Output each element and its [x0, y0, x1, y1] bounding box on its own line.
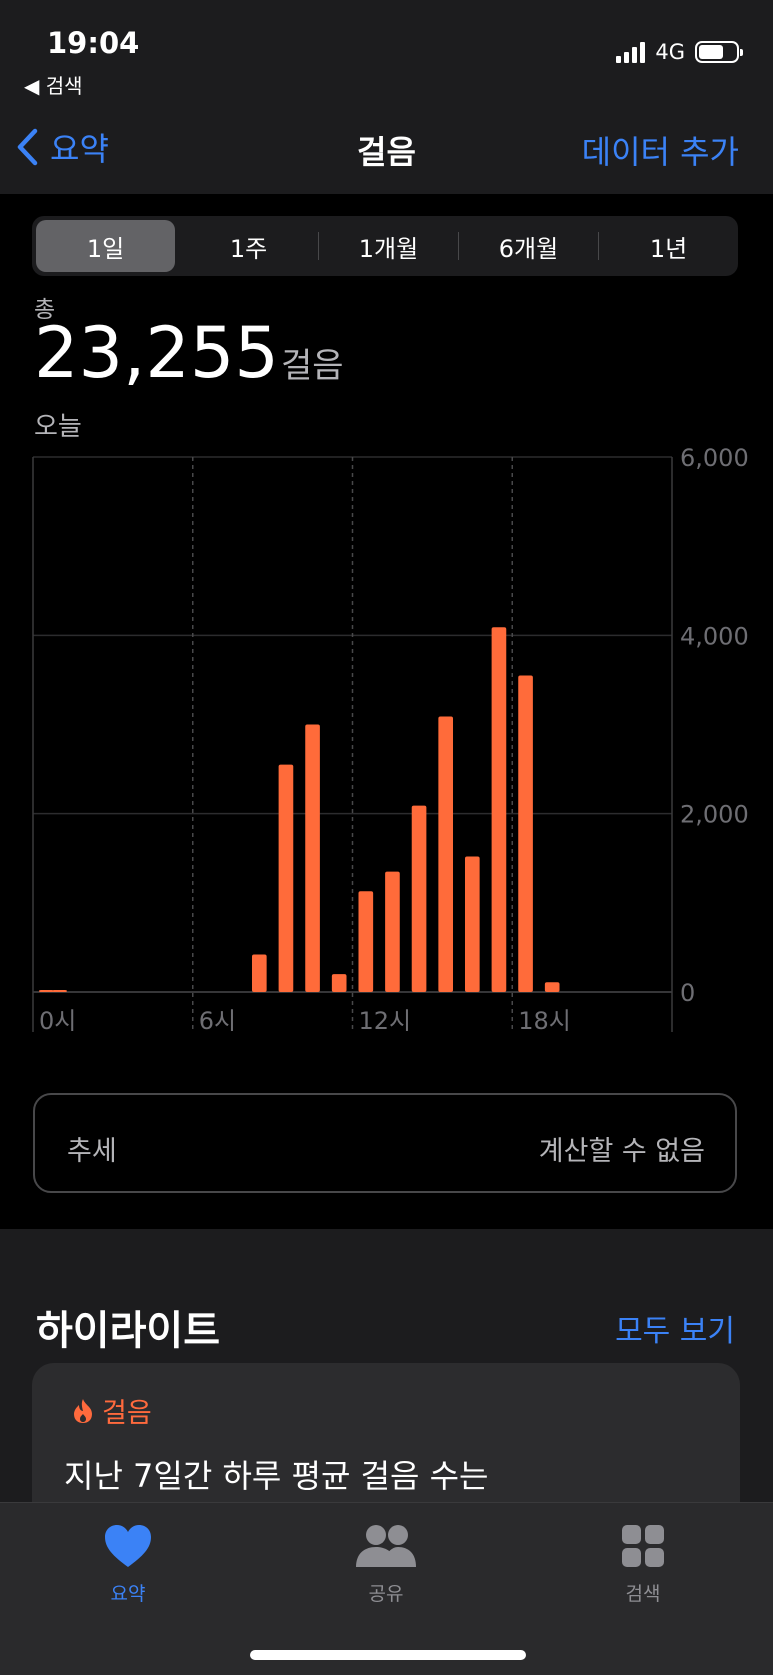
- heart-icon: [105, 1525, 151, 1567]
- y-tick-label: 6,000: [680, 445, 749, 472]
- tab-summary-label: 요약: [110, 1583, 146, 1605]
- segment-1day[interactable]: 1일: [36, 220, 175, 272]
- status-time: 19:04: [47, 26, 140, 60]
- y-tick-label: 0: [680, 979, 695, 1007]
- tab-sharing[interactable]: 공유: [306, 1523, 466, 1606]
- period-segmented-control: 1일 1주 1개월 6개월 1년: [32, 216, 738, 276]
- segment-6months[interactable]: 6개월: [459, 216, 598, 276]
- y-tick-label: 2,000: [680, 801, 749, 829]
- people-icon: [356, 1525, 416, 1567]
- bar-16h: [464, 856, 480, 992]
- x-tick-label: 18시: [518, 1007, 571, 1035]
- status-indicators: 4G: [616, 40, 743, 64]
- trend-label: 추세: [67, 1136, 117, 1167]
- bar-17h: [491, 627, 507, 992]
- bar-13h: [385, 871, 400, 992]
- bar-15h: [438, 716, 454, 992]
- add-data-button[interactable]: 데이터 추가: [582, 127, 739, 173]
- bar-10h: [305, 724, 320, 992]
- tab-search[interactable]: 검색: [563, 1523, 723, 1606]
- tab-search-label: 검색: [625, 1583, 661, 1605]
- bar-11h: [331, 974, 347, 992]
- y-tick-label: 4,000: [680, 622, 749, 650]
- bar-19h: [544, 982, 560, 992]
- highlight-text: 지난 7일간 하루 평균 걸음 수는: [64, 1457, 489, 1495]
- segment-1week[interactable]: 1주: [179, 216, 318, 276]
- bar-9h: [278, 764, 294, 992]
- date-label: 오늘: [34, 412, 82, 442]
- network-type: 4G: [655, 40, 685, 64]
- bar-0h: [38, 990, 54, 992]
- bar-0.5h: [52, 990, 67, 992]
- trend-value: 계산할 수 없음: [538, 1136, 705, 1167]
- highlight-category-label: 걸음: [102, 1398, 152, 1429]
- segment-1month[interactable]: 1개월: [319, 216, 458, 276]
- trend-card[interactable]: 추세 계산할 수 없음: [33, 1093, 737, 1193]
- home-indicator: [250, 1650, 526, 1660]
- cellular-signal-icon: [616, 41, 646, 63]
- x-tick-label: 12시: [359, 1007, 412, 1035]
- battery-icon: [695, 41, 743, 63]
- bar-18h: [518, 675, 533, 992]
- tab-sharing-label: 공유: [368, 1583, 404, 1605]
- x-tick-label: 0시: [39, 1007, 76, 1035]
- highlights-title: 하이라이트: [36, 1308, 220, 1354]
- bar-12h: [358, 891, 374, 992]
- bar-8h: [251, 954, 267, 992]
- flame-icon: [74, 1398, 92, 1423]
- steps-bar-chart[interactable]: 0시 6시 12시 18시 0 2,000 4,000 6,000: [0, 445, 773, 1035]
- total-steps: 23,255걸음: [34, 318, 344, 388]
- segment-1year[interactable]: 1년: [599, 216, 738, 276]
- back-to-app[interactable]: ◀ 검색: [24, 70, 83, 99]
- grid-icon: [622, 1525, 664, 1567]
- x-tick-label: 6시: [199, 1007, 236, 1035]
- total-steps-unit: 걸음: [280, 346, 344, 386]
- bar-14h: [411, 805, 427, 992]
- tab-summary[interactable]: 요약: [48, 1523, 208, 1606]
- see-all-button[interactable]: 모두 보기: [615, 1306, 735, 1350]
- highlight-category: 걸음: [72, 1391, 152, 1430]
- total-steps-value: 23,255: [34, 312, 279, 394]
